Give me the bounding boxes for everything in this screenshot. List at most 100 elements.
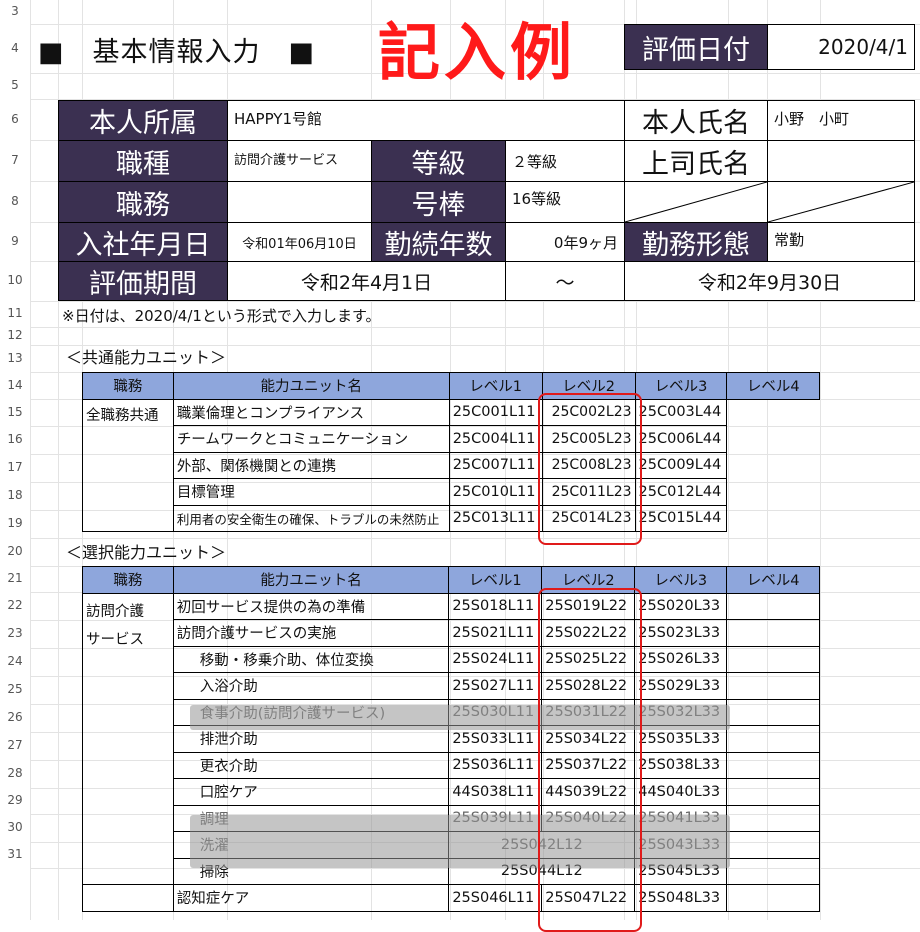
shokushu-field[interactable]: 訪問介護サービス (227, 140, 372, 182)
level3-cell[interactable]: 25S020L33 (634, 592, 728, 620)
level3-cell[interactable]: 25C006L44 (634, 425, 728, 453)
level1-cell[interactable]: 25S024L11 (448, 645, 543, 673)
level4-cell[interactable] (726, 831, 820, 859)
level1-cell[interactable]: 25S021L11 (448, 619, 543, 647)
tokyu-field[interactable]: ２等級 (505, 140, 625, 182)
level3-cell[interactable]: 25C012L44 (634, 478, 728, 506)
level3-cell[interactable]: 25S023L33 (634, 619, 728, 647)
table-row: 口腔ケア 44S038L11 44S039L22 44S040L33 (83, 778, 820, 806)
table-row: 目標管理 25C010L11 25C011L23 25C012L44 (83, 478, 820, 506)
unit-name-cell[interactable]: 口腔ケア (172, 778, 450, 806)
column-header: レベル4 (726, 566, 820, 594)
unit-name-cell[interactable]: 認知症ケア (172, 884, 450, 912)
kikan-separator: ～ (505, 261, 625, 301)
unit-name-cell[interactable]: 初回サービス提供の為の準備 (172, 592, 450, 620)
shokumu-field[interactable] (227, 181, 372, 223)
unit-name-cell[interactable]: チームワークとコミュニケーション (172, 425, 450, 453)
table-row: 移動・移乗介助、体位変換 25S024L11 25S025L22 25S026L33 (83, 645, 820, 673)
unit-name-cell[interactable]: 移動・移乗介助、体位変換 (172, 645, 450, 673)
shozoku-field[interactable]: HAPPY1号館 (227, 100, 625, 141)
column-header: レベル4 (726, 372, 820, 400)
category-line: サービス (86, 631, 144, 648)
common-unit-table: 職務 能力ユニット名 レベル1 レベル2 レベル3 レベル4 全職務共通 職業倫理とコンプラ… (82, 372, 820, 532)
keitai-field[interactable]: 常勤 (767, 222, 915, 262)
level1-cell[interactable]: 25C004L11 (448, 425, 543, 453)
category-cell (82, 884, 174, 912)
level1-cell[interactable]: 44S038L11 (448, 778, 543, 806)
row-number: 15 (7, 404, 23, 419)
level4-cell[interactable] (726, 619, 820, 647)
unit-name-cell[interactable]: 職業倫理とコンプライアンス (172, 398, 450, 426)
kikan-start-field[interactable]: 令和2年4月1日 (227, 261, 506, 301)
level1-cell[interactable]: 25C001L11 (448, 398, 543, 426)
level4-cell[interactable] (726, 778, 820, 806)
column-header: レベル3 (634, 566, 728, 594)
level4-cell[interactable] (726, 672, 820, 700)
level3-cell[interactable]: 25C003L44 (634, 398, 728, 426)
column-header: レベル1 (448, 566, 543, 594)
unit-name-cell[interactable]: 訪問介護サービスの実施 (172, 619, 450, 647)
level1-cell[interactable]: 25S036L11 (448, 751, 543, 779)
row-number: 14 (7, 377, 23, 392)
row-number: 31 (7, 847, 23, 861)
row-number: 26 (7, 710, 23, 724)
eval-date-label: 評価日付 (624, 24, 768, 70)
level3-cell[interactable]: 44S040L33 (634, 778, 728, 806)
level2-highlight (538, 393, 642, 545)
category-line: 訪問介護 (86, 603, 144, 620)
joshi-field[interactable] (767, 140, 915, 182)
unit-name-cell[interactable]: 外部、関係機関との連携 (172, 451, 450, 479)
grid-line (30, 301, 920, 302)
level3-cell[interactable]: 25S026L33 (634, 645, 728, 673)
page-title: ■ 基本情報入力 ■ (38, 37, 316, 68)
kinzoku-field[interactable]: 0年9ヶ月 (505, 222, 625, 262)
row-number: 13 (7, 350, 23, 365)
example-stamp: 記入例 (378, 16, 577, 89)
column-header: レベル1 (448, 372, 543, 400)
row-number: 24 (7, 654, 23, 668)
level1-cell[interactable]: 25C013L11 (448, 504, 543, 532)
eval-date-field[interactable]: 2020/4/1 (767, 24, 915, 70)
nyusha-field[interactable]: 令和01年06月10日 (227, 222, 372, 262)
table-row: 訪問介護サービスの実施 25S021L11 25S022L22 25S023L33 (83, 619, 820, 647)
row-number: 5 (11, 78, 19, 92)
level1-cell[interactable]: 25C007L11 (448, 451, 543, 479)
level4-cell[interactable] (726, 725, 820, 753)
grid-column-line (30, 0, 31, 920)
unit-name-cell[interactable]: 目標管理 (172, 478, 450, 506)
shokushu-label: 職種 (58, 140, 228, 182)
level1-cell[interactable]: 25S046L11 (448, 884, 543, 912)
shimei-field[interactable]: 小野 小町 (767, 100, 915, 141)
row-number: 17 (7, 460, 23, 474)
kinzoku-label: 勤続年数 (371, 222, 506, 262)
level1-cell[interactable]: 25S027L11 (448, 672, 543, 700)
kikan-label: 評価期間 (58, 261, 228, 301)
level4-cell[interactable] (726, 592, 820, 620)
level4-cell[interactable] (726, 645, 820, 673)
row-number: 3 (11, 4, 19, 18)
column-header: 能力ユニット名 (172, 566, 450, 594)
level4-cell[interactable] (726, 751, 820, 779)
kikan-end-field[interactable]: 令和2年9月30日 (624, 261, 915, 301)
grid-line (30, 327, 920, 328)
level3-cell[interactable]: 25S038L33 (634, 751, 728, 779)
table-row: 全職務共通 職業倫理とコンプライアンス 25C001L11 25C002L23 25C0… (82, 398, 820, 532)
gobo-field[interactable]: 16等級 (505, 181, 625, 223)
row-number: 30 (7, 820, 23, 834)
level3-cell[interactable]: 25C009L44 (634, 451, 728, 479)
level3-cell[interactable]: 25S048L33 (634, 884, 728, 912)
unit-name-cell[interactable]: 入浴介助 (172, 672, 450, 700)
joshi-label: 上司氏名 (624, 140, 768, 182)
level4-cell[interactable] (726, 804, 820, 832)
unit-name-cell[interactable]: 更衣介助 (172, 751, 450, 779)
level4-cell[interactable] (726, 857, 820, 885)
level3-cell[interactable]: 25S029L33 (634, 672, 728, 700)
table-row: 更衣介助 25S036L11 25S037L22 25S038L33 (83, 751, 820, 779)
table-row: 認知症ケア 25S046L11 25S047L22 25S048L33 (82, 884, 820, 912)
level4-cell[interactable] (726, 698, 820, 726)
level1-cell[interactable]: 25S018L11 (448, 592, 543, 620)
level1-cell[interactable]: 25C010L11 (448, 478, 543, 506)
unit-name-cell[interactable]: 利用者の安全衛生の確保、トラブルの未然防止 (172, 504, 450, 532)
level3-cell[interactable]: 25C015L44 (634, 504, 728, 532)
level4-cell[interactable] (726, 884, 820, 912)
